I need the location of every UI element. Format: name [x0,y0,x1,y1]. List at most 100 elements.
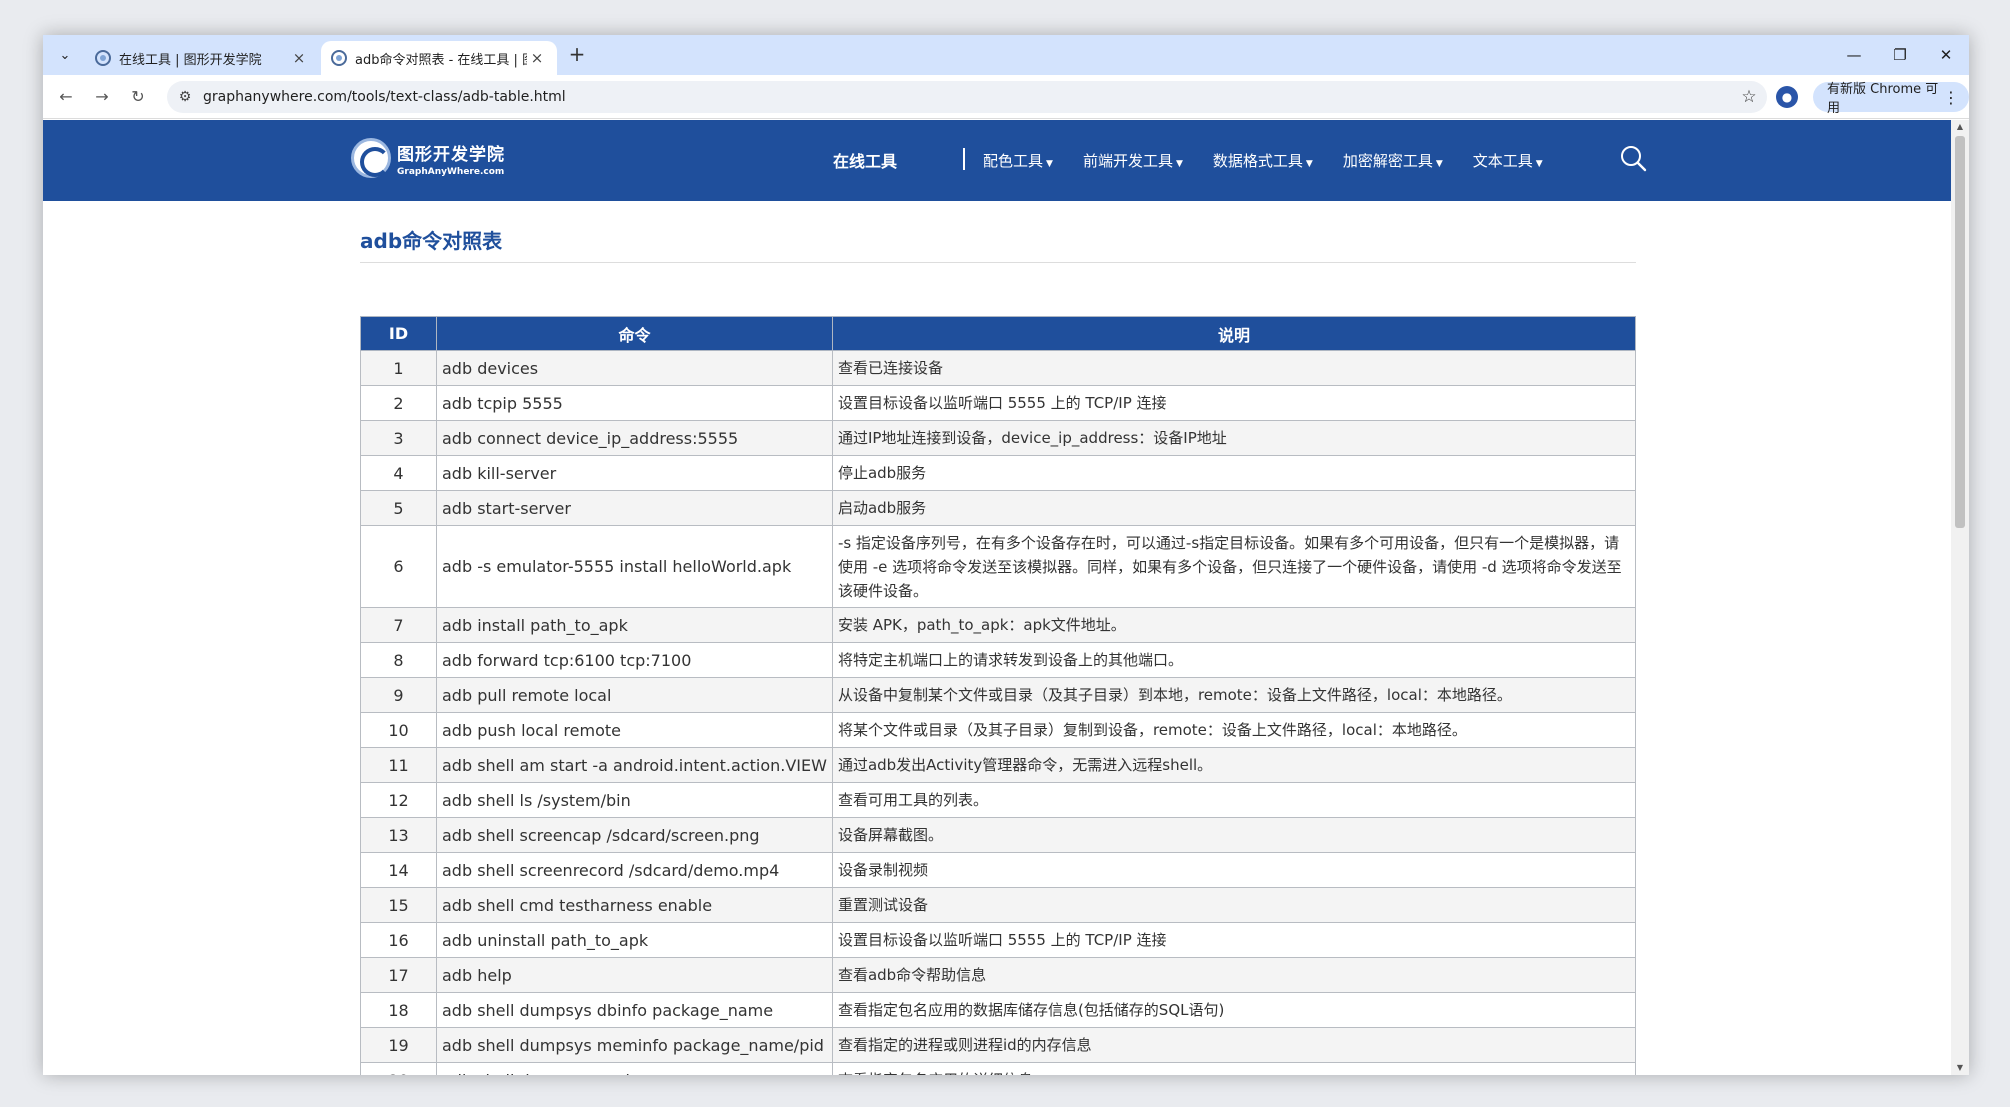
search-icon[interactable] [1619,144,1647,172]
cell-description: 查看指定包名应用的数据库储存信息(包括储存的SQL语句) [831,992,1637,1028]
browser-window: ⌄ 在线工具 | 图形开发学院 × adb命令对照表 - 在线工具 | 图 × … [43,35,1969,1075]
cell-id: 3 [360,420,437,456]
cell-command: adb help [436,957,833,993]
cell-id: 6 [360,525,437,608]
table-row: 6 adb -s emulator-5555 install helloWorld… [360,525,1637,608]
adb-command-table: ID 命令 说明 1 adb devices 查看已连接设备 2 adb tcpip 5… [360,316,1637,1075]
nav-item-label: 数据格式工具 [1212,152,1303,170]
cell-description: 通过adb发出Activity管理器命令，无需进入远程shell。 [831,747,1637,783]
cell-id: 17 [360,957,437,993]
table-row: 12 adb shell ls /system/bin 查看可用工具的列表。 [360,782,1637,818]
cell-command: adb -s emulator-5555 install helloWorld.… [436,525,833,608]
tab-title: adb命令对照表 - 在线工具 | 图 [355,52,527,68]
nav-item-label: 文本工具 [1472,152,1533,170]
cell-description: 将特定主机端口上的请求转发到设备上的其他端口。 [831,642,1637,678]
url-text[interactable]: graphanywhere.com/tools/text-class/adb-t… [203,89,1731,105]
column-header-command: 命令 [436,316,833,351]
cell-description: 安装 APK，path_to_apk：apk文件地址。 [831,607,1637,643]
table-row: 18 adb shell dumpsys dbinfo package_name 查… [360,992,1637,1028]
cell-command: adb shell am start -a android.intent.act… [436,747,833,783]
cell-description: 设备屏幕截图。 [831,817,1637,853]
cell-id: 12 [360,782,437,818]
cell-id: 9 [360,677,437,713]
cell-id: 16 [360,922,437,958]
nav-item-label: 加密解密工具 [1342,152,1433,170]
minimize-button[interactable]: — [1831,35,1877,75]
nav-item-crypto-tools[interactable]: 加密解密工具 ▼ [1343,150,1443,171]
close-icon[interactable]: × [289,49,309,67]
nav-online-tools[interactable]: 在线工具 [833,148,897,172]
table-row: 10 adb push local remote 将某个文件或目录（及其子目录）复制… [360,712,1637,748]
logo-subtitle: GraphAnyWhere.com [397,166,505,177]
cell-command: adb shell screencap /sdcard/screen.png [436,817,833,853]
cell-command: adb shell cmd testharness enable [436,887,833,923]
cell-command: adb pull remote local [436,677,833,713]
forward-arrow-icon[interactable]: → [89,85,115,109]
bookmark-star-icon[interactable]: ☆ [1731,87,1767,107]
page-viewport: 图形开发学院 GraphAnyWhere.com 在线工具 配色工具 ▼ 前端开发… [43,120,1951,1075]
site-info-icon[interactable]: ⚙ [167,89,203,105]
cell-command: adb shell dumpsys dbinfo package_name [436,992,833,1028]
caret-down-icon: ▼ [1435,159,1443,169]
cell-description: -s 指定设备序列号，在有多个设备存在时，可以通过-s指定目标设备。如果有多个可… [831,525,1637,608]
cell-description: 通过IP地址连接到设备，device_ip_address：设备IP地址 [831,420,1637,456]
nav-item-label: 前端开发工具 [1082,152,1173,170]
logo-mark-icon [351,138,391,178]
update-label: 有新版 Chrome 可用 [1827,82,1939,116]
cell-description: 设置目标设备以监听端口 5555 上的 TCP/IP 连接 [831,922,1637,958]
close-icon[interactable]: × [527,49,547,67]
cell-description: 查看指定的进程或则进程id的内存信息 [831,1027,1637,1063]
chrome-update-button[interactable]: 有新版 Chrome 可用 ⋮ [1813,82,1969,116]
vertical-scrollbar[interactable]: ▲ ▼ [1951,120,1969,1075]
table-row: 5 adb start-server 启动adb服务 [360,490,1637,526]
column-header-id: ID [360,316,437,351]
cell-command: adb uninstall path_to_apk [436,922,833,958]
cell-command: adb push local remote [436,712,833,748]
title-divider [360,262,1636,263]
reload-icon[interactable]: ↻ [125,85,151,109]
tab-strip: ⌄ 在线工具 | 图形开发学院 × adb命令对照表 - 在线工具 | 图 × … [43,35,1969,75]
caret-down-icon: ▼ [1175,159,1183,169]
tab-adb-table[interactable]: adb命令对照表 - 在线工具 | 图 × [321,41,557,75]
cell-id: 15 [360,887,437,923]
nav-menu: 配色工具 ▼ 前端开发工具 ▼ 数据格式工具 ▼ 加密解密工具 ▼ 文本工具 ▼ [983,150,1573,171]
caret-down-icon: ▼ [1305,159,1313,169]
logo-title: 图形开发学院 [397,144,505,165]
nav-item-frontend-tools[interactable]: 前端开发工具 ▼ [1083,150,1183,171]
table-row: 15 adb shell cmd testharness enable 重置测试设备 [360,887,1637,923]
site-favicon-icon [95,50,111,66]
cell-id: 13 [360,817,437,853]
cell-id: 8 [360,642,437,678]
cell-id: 7 [360,607,437,643]
restore-button[interactable]: ❐ [1877,35,1923,75]
table-row: 8 adb forward tcp:6100 tcp:7100 将特定主机端口上的请… [360,642,1637,678]
nav-divider [963,148,965,170]
table-row: 9 adb pull remote local 从设备中复制某个文件或目录（及其子目… [360,677,1637,713]
back-arrow-icon[interactable]: ← [53,85,79,109]
tab-search-chevron-icon[interactable]: ⌄ [53,43,77,67]
new-tab-button[interactable]: + [565,43,589,67]
nav-item-data-format-tools[interactable]: 数据格式工具 ▼ [1213,150,1313,171]
cell-description: 查看指定包名应用的详细信息 [831,1062,1637,1075]
scroll-up-icon[interactable]: ▲ [1951,120,1969,134]
cell-command: adb forward tcp:6100 tcp:7100 [436,642,833,678]
caret-down-icon: ▼ [1046,159,1053,169]
site-logo[interactable]: 图形开发学院 GraphAnyWhere.com [351,138,505,178]
table-row: 2 adb tcpip 5555 设置目标设备以监听端口 5555 上的 TCP/I… [360,385,1637,421]
cell-id: 2 [360,385,437,421]
tab-online-tools[interactable]: 在线工具 | 图形开发学院 × [85,41,319,75]
column-header-description: 说明 [831,316,1637,351]
cell-description: 启动adb服务 [831,490,1637,526]
cell-command: adb kill-server [436,455,833,491]
nav-item-text-tools[interactable]: 文本工具 ▼ [1473,150,1543,171]
close-window-button[interactable]: ✕ [1923,35,1969,75]
scroll-thumb[interactable] [1955,136,1965,528]
table-row: 4 adb kill-server 停止adb服务 [360,455,1637,491]
profile-avatar-icon[interactable]: ● [1776,86,1798,108]
scroll-down-icon[interactable]: ▼ [1951,1061,1969,1075]
cell-command: adb shell dumpsys meminfo package_name/p… [436,1027,833,1063]
menu-dots-icon[interactable]: ⋮ [1943,88,1959,107]
cell-id: 19 [360,1027,437,1063]
address-bar[interactable]: ⚙ graphanywhere.com/tools/text-class/adb… [167,81,1767,113]
nav-item-color-tools[interactable]: 配色工具 ▼ [983,150,1053,171]
